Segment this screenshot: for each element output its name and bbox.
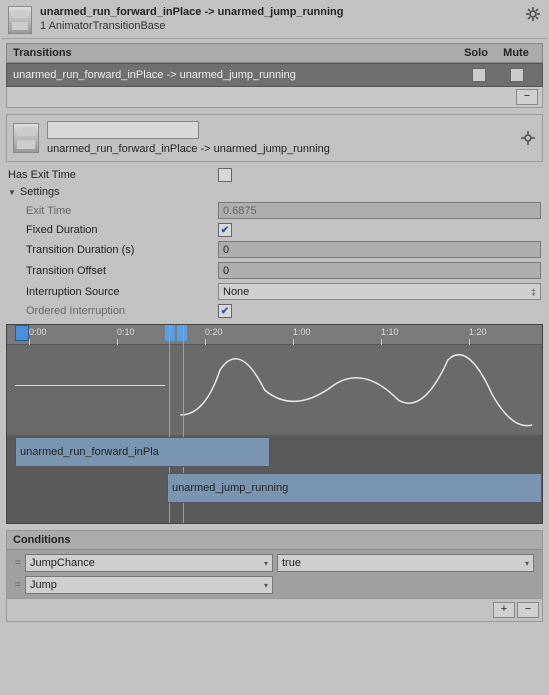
blend-in-marker[interactable] xyxy=(165,325,175,341)
remove-condition-button[interactable]: − xyxy=(517,602,539,618)
condition-row[interactable]: = Jump xyxy=(9,574,540,596)
transition-timeline[interactable]: 0:00 0:10 0:20 1:00 1:10 1:20 unarmed_ru… xyxy=(6,324,543,524)
curve-preview xyxy=(7,345,542,435)
gear-icon[interactable] xyxy=(520,130,536,146)
ordered-interruption-label: Ordered Interruption xyxy=(8,305,218,317)
transition-offset-field[interactable] xyxy=(218,262,541,279)
playhead-marker[interactable] xyxy=(15,325,29,341)
tick-label: 0:10 xyxy=(117,325,135,337)
transitions-list-header: Transitions Solo Mute xyxy=(6,43,543,63)
transition-title: unarmed_run_forward_inPlace -> unarmed_j… xyxy=(40,6,525,18)
solo-checkbox[interactable] xyxy=(472,68,486,82)
ordered-interruption-checkbox[interactable]: ✔ xyxy=(218,304,232,318)
tick-label: 0:00 xyxy=(29,325,47,337)
remove-transition-button[interactable]: − xyxy=(516,89,538,105)
condition-row[interactable]: = JumpChance true xyxy=(9,552,540,574)
inspector-header: unarmed_run_forward_inPlace -> unarmed_j… xyxy=(2,2,547,39)
tick-label: 1:10 xyxy=(381,325,399,337)
has-exit-time-label: Has Exit Time xyxy=(8,169,218,181)
transition-name-input[interactable] xyxy=(47,121,199,139)
exit-time-field[interactable] xyxy=(218,202,541,219)
add-condition-button[interactable]: + xyxy=(493,602,515,618)
transition-duration-label: Transition Duration (s) xyxy=(8,244,218,256)
gear-icon[interactable] xyxy=(525,6,541,22)
has-exit-time-checkbox[interactable] xyxy=(218,168,232,182)
condition-parameter-dropdown[interactable]: Jump xyxy=(25,576,273,594)
exit-time-label: Exit Time xyxy=(8,205,218,217)
transition-icon xyxy=(13,123,39,153)
tick-label: 0:20 xyxy=(205,325,223,337)
interruption-source-label: Interruption Source xyxy=(8,286,218,298)
destination-clip-bar[interactable]: unarmed_jump_running xyxy=(167,473,542,503)
conditions-panel: Conditions = JumpChance true = Jump + − xyxy=(6,530,543,622)
conditions-footer: + − xyxy=(7,598,542,621)
fixed-duration-label: Fixed Duration xyxy=(8,224,218,236)
selected-transition-label: unarmed_run_forward_inPlace -> unarmed_j… xyxy=(47,143,514,155)
transition-list-item[interactable]: unarmed_run_forward_inPlace -> unarmed_j… xyxy=(6,63,543,87)
transition-offset-label: Transition Offset xyxy=(8,265,218,277)
conditions-header: Conditions xyxy=(7,531,542,550)
transition-duration-field[interactable] xyxy=(218,241,541,258)
drag-handle-icon[interactable]: = xyxy=(11,579,25,591)
solo-column-label: Solo xyxy=(456,47,496,59)
source-clip-bar[interactable]: unarmed_run_forward_inPla xyxy=(15,437,270,467)
timeline-ruler[interactable]: 0:00 0:10 0:20 1:00 1:10 1:20 xyxy=(7,325,542,345)
transitions-label: Transitions xyxy=(13,47,456,59)
blend-out-marker[interactable] xyxy=(177,325,187,341)
transitions-list-footer: − xyxy=(6,87,543,108)
transition-icon xyxy=(8,6,32,34)
condition-value-dropdown[interactable]: true xyxy=(277,554,534,572)
fixed-duration-checkbox[interactable]: ✔ xyxy=(218,223,232,237)
transition-item-name: unarmed_run_forward_inPlace -> unarmed_j… xyxy=(13,69,460,81)
settings-foldout[interactable]: Settings xyxy=(2,184,547,200)
selected-transition-panel: unarmed_run_forward_inPlace -> unarmed_j… xyxy=(6,114,543,162)
drag-handle-icon[interactable]: = xyxy=(11,557,25,569)
transition-subtitle: 1 AnimatorTransitionBase xyxy=(40,20,525,32)
mute-column-label: Mute xyxy=(496,47,536,59)
tick-label: 1:00 xyxy=(293,325,311,337)
interruption-source-dropdown[interactable]: None xyxy=(218,283,541,300)
tick-label: 1:20 xyxy=(469,325,487,337)
condition-parameter-dropdown[interactable]: JumpChance xyxy=(25,554,273,572)
mute-checkbox[interactable] xyxy=(510,68,524,82)
